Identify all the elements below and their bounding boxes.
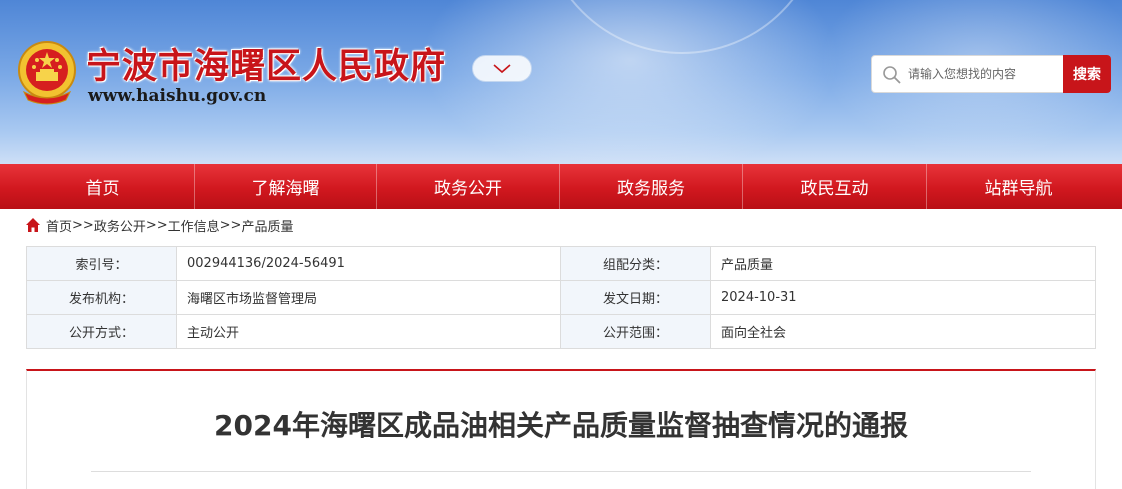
breadcrumb-separator: >> xyxy=(219,217,242,233)
document-meta-table: 索引号： 002944136/2024-56491 组配分类： 产品质量 发布机… xyxy=(26,246,1096,349)
national-emblem-icon[interactable] xyxy=(16,40,78,106)
title-divider xyxy=(91,471,1031,472)
article-panel: 2024年海曙区成品油相关产品质量监督抽查情况的通报 xyxy=(26,369,1096,489)
site-header: 宁波市海曙区人民政府 www.haishu.gov.cn 搜索 xyxy=(0,0,1122,165)
search-button[interactable]: 搜索 xyxy=(1063,55,1111,93)
search-input[interactable] xyxy=(908,56,1058,92)
nav-item-government-affairs[interactable]: 政务公开 xyxy=(377,164,559,209)
meta-label: 发文日期： xyxy=(560,280,711,315)
table-row: 公开方式： 主动公开 公开范围： 面向全社会 xyxy=(26,314,1096,349)
meta-value: 2024-10-31 xyxy=(710,280,1096,315)
nav-item-home[interactable]: 首页 xyxy=(11,164,194,209)
meta-value: 002944136/2024-56491 xyxy=(176,246,561,281)
chevron-down-icon xyxy=(493,63,511,73)
article-title: 2024年海曙区成品油相关产品质量监督抽查情况的通报 xyxy=(214,409,908,442)
nav-item-public-interaction[interactable]: 政民互动 xyxy=(743,164,926,209)
site-title[interactable]: 宁波市海曙区人民政府 xyxy=(86,38,446,89)
home-icon xyxy=(26,218,40,232)
table-row: 索引号： 002944136/2024-56491 组配分类： 产品质量 xyxy=(26,246,1096,281)
main-nav: 首页 了解海曙 政务公开 政务服务 政民互动 站群导航 xyxy=(0,164,1122,209)
search-icon xyxy=(883,66,901,84)
meta-value: 主动公开 xyxy=(176,314,561,349)
meta-label: 发布机构： xyxy=(26,280,177,315)
breadcrumb-separator: >> xyxy=(145,217,168,233)
meta-value: 海曙区市场监督管理局 xyxy=(176,280,561,315)
nav-item-about-haishu[interactable]: 了解海曙 xyxy=(195,164,376,209)
breadcrumb-separator: >> xyxy=(72,217,94,233)
site-url: www.haishu.gov.cn xyxy=(88,86,267,106)
meta-label: 组配分类： xyxy=(560,246,711,281)
site-switcher-button[interactable] xyxy=(472,55,532,82)
meta-label: 公开范围： xyxy=(560,314,711,349)
breadcrumb-government-affairs[interactable]: 政务公开 xyxy=(94,216,146,235)
nav-item-site-navigation[interactable]: 站群导航 xyxy=(927,164,1110,209)
breadcrumb: 首页 >> 政务公开 >> 工作信息 >> 产品质量 xyxy=(25,215,293,235)
meta-value: 产品质量 xyxy=(710,246,1096,281)
nav-item-government-services[interactable]: 政务服务 xyxy=(560,164,742,209)
breadcrumb-work-info[interactable]: 工作信息 xyxy=(168,216,220,235)
search-box: 搜索 xyxy=(871,55,1111,93)
breadcrumb-home[interactable]: 首页 xyxy=(46,216,72,235)
meta-label: 索引号： xyxy=(26,246,177,281)
meta-value: 面向全社会 xyxy=(710,314,1096,349)
content-area: 首页 >> 政务公开 >> 工作信息 >> 产品质量 索引号： 00294413… xyxy=(11,209,1110,489)
table-row: 发布机构： 海曙区市场监督管理局 发文日期： 2024-10-31 xyxy=(26,280,1096,315)
breadcrumb-product-quality[interactable]: 产品质量 xyxy=(241,216,293,235)
meta-label: 公开方式： xyxy=(26,314,177,349)
